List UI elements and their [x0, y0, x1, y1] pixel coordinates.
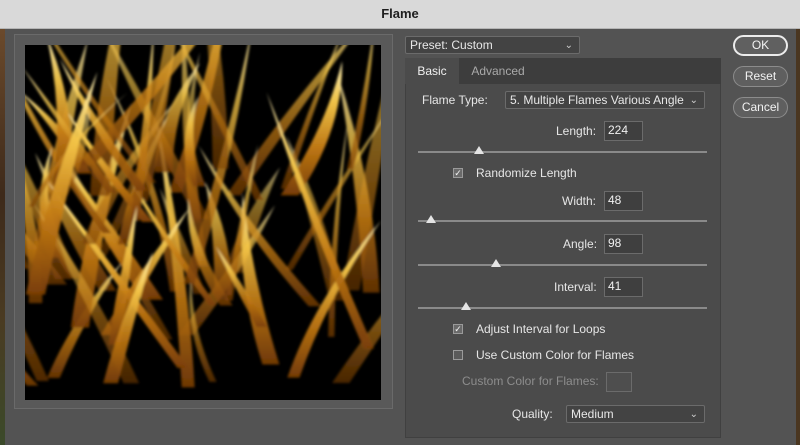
window-titlebar: Flame: [0, 0, 800, 29]
randomize-length-checkbox[interactable]: ✓: [453, 168, 463, 178]
chevron-down-icon: ⌄: [564, 40, 573, 51]
flame-type-dropdown[interactable]: 5. Multiple Flames Various Angle ⌄: [505, 91, 705, 109]
width-slider-track[interactable]: [418, 220, 707, 222]
flame-type-label: Flame Type:: [422, 93, 488, 107]
angle-label: Angle:: [563, 237, 598, 251]
custom-color-label: Custom Color for Flames:: [462, 374, 599, 388]
use-custom-color-label: Use Custom Color for Flames: [476, 348, 635, 362]
width-label: Width:: [562, 194, 597, 208]
adjust-interval-label: Adjust Interval for Loops: [476, 322, 606, 336]
adjust-interval-checkbox[interactable]: ✓: [453, 324, 463, 334]
width-input[interactable]: 48: [604, 191, 643, 211]
window-title: Flame: [381, 6, 419, 21]
tab-advanced-label: Advanced: [471, 64, 525, 78]
custom-color-swatch: [606, 372, 632, 392]
ok-button[interactable]: OK: [733, 35, 788, 56]
flame-preview: [25, 45, 381, 400]
background-edge-left: [0, 28, 5, 445]
interval-input[interactable]: 41: [604, 277, 643, 297]
angle-slider-track[interactable]: [418, 264, 707, 266]
tab-basic[interactable]: Basic: [405, 58, 459, 84]
quality-dropdown[interactable]: Medium ⌄: [566, 405, 705, 423]
interval-label: Interval:: [554, 280, 597, 294]
chevron-down-icon: ⌄: [689, 409, 698, 420]
preset-label: Preset: Custom: [410, 38, 493, 52]
width-slider-thumb[interactable]: [426, 215, 436, 223]
chevron-down-icon: ⌄: [689, 95, 698, 106]
length-input[interactable]: 224: [604, 121, 643, 141]
background-edge-right: [796, 28, 800, 445]
use-custom-color-checkbox[interactable]: [453, 350, 463, 360]
length-label: Length:: [556, 124, 597, 138]
interval-slider-thumb[interactable]: [460, 302, 471, 310]
flame-preview-image: [25, 45, 381, 388]
randomize-length-label: Randomize Length: [476, 166, 577, 180]
quality-value: Medium: [571, 407, 614, 421]
flame-type-value: 5. Multiple Flames Various Angle: [510, 93, 684, 107]
preset-dropdown[interactable]: Preset: Custom ⌄: [405, 36, 580, 54]
cancel-button[interactable]: Cancel: [733, 97, 788, 118]
length-slider-thumb[interactable]: [473, 146, 484, 154]
tab-advanced[interactable]: Advanced: [459, 58, 537, 84]
tab-basic-label: Basic: [417, 64, 447, 78]
reset-button[interactable]: Reset: [733, 66, 788, 87]
length-slider-track[interactable]: [418, 151, 707, 153]
quality-label: Quality:: [512, 407, 553, 421]
angle-input[interactable]: 98: [604, 234, 643, 254]
angle-slider-thumb[interactable]: [491, 259, 502, 267]
